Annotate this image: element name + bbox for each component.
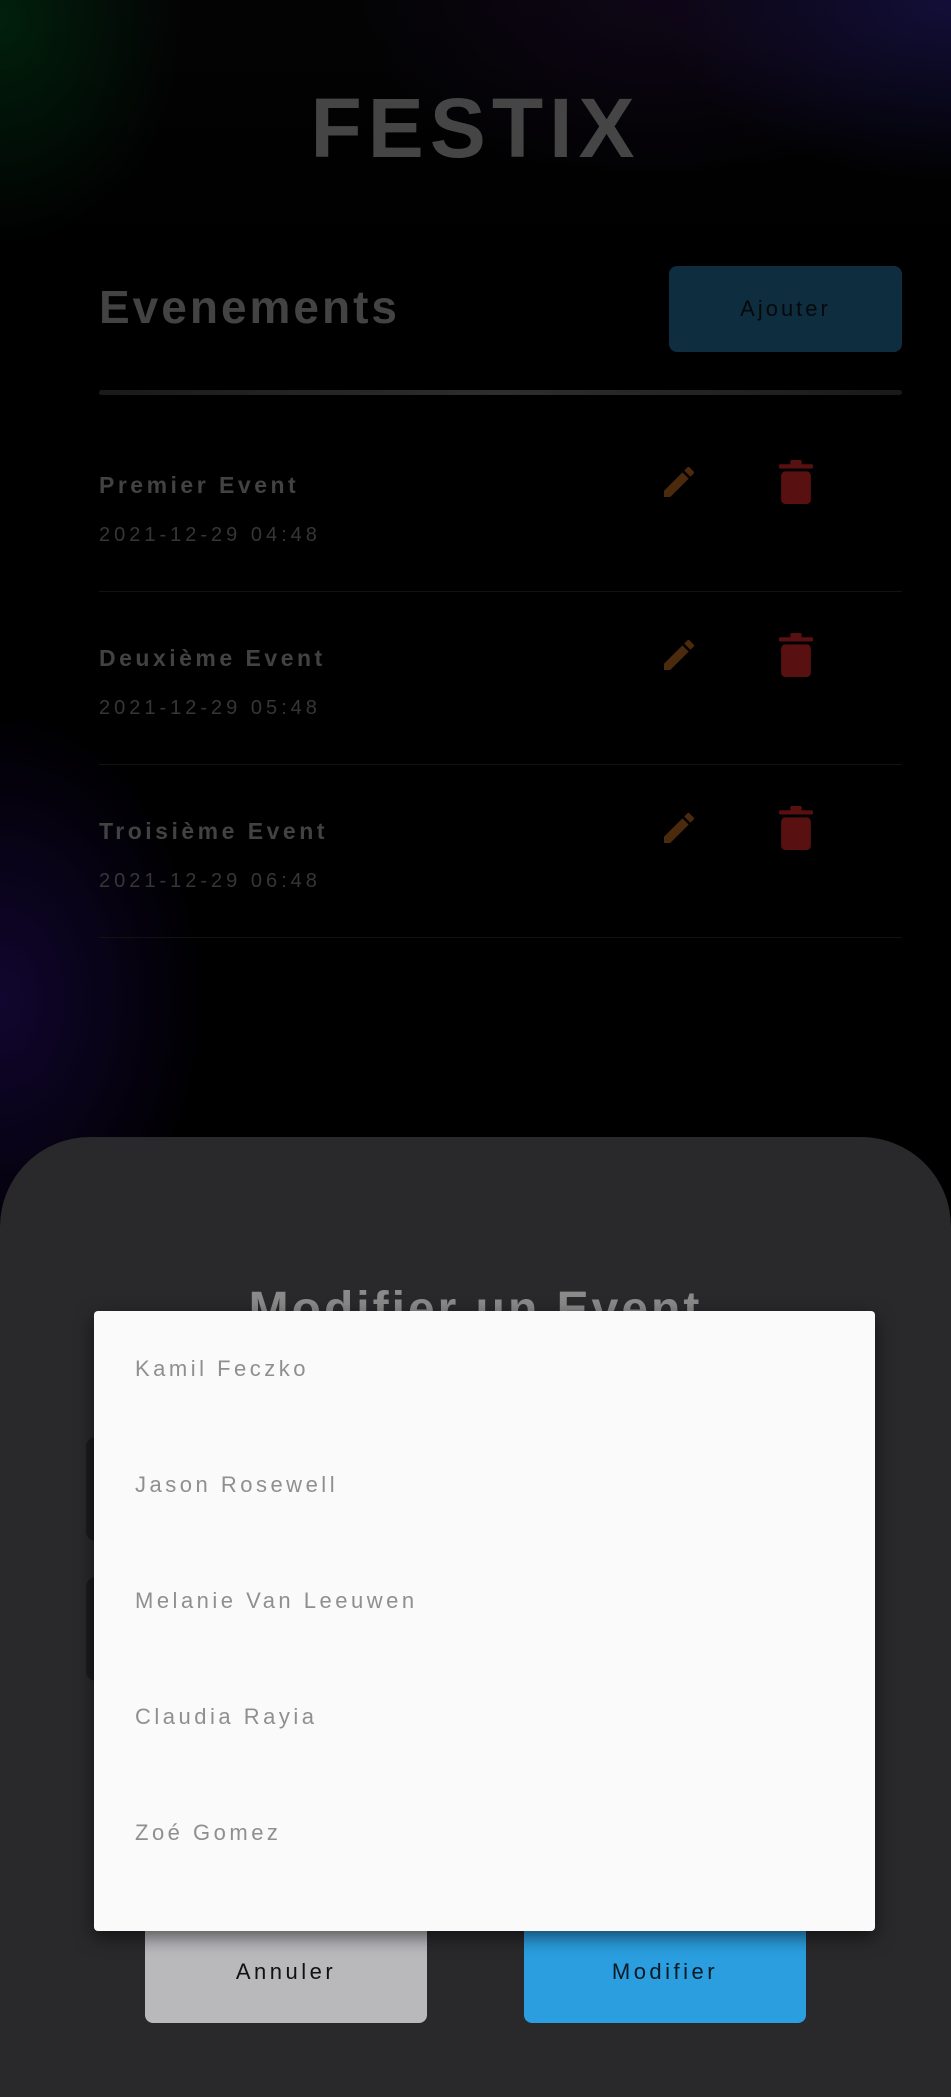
cancel-button[interactable]: Annuler bbox=[145, 1920, 427, 2023]
option-label: Melanie Van Leeuwen bbox=[135, 1588, 418, 1613]
dropdown-option[interactable]: Melanie Van Leeuwen bbox=[94, 1543, 875, 1659]
dropdown-option[interactable]: Claudia Rayia bbox=[94, 1659, 875, 1775]
option-label: Kamil Feczko bbox=[135, 1356, 310, 1381]
option-label: Jason Rosewell bbox=[135, 1472, 339, 1497]
artist-dropdown-menu: Kamil Feczko Jason Rosewell Melanie Van … bbox=[94, 1311, 875, 1931]
option-label: Zoé Gomez bbox=[135, 1820, 282, 1845]
dropdown-option[interactable]: Zoé Gomez bbox=[94, 1775, 875, 1891]
dropdown-option[interactable]: Kamil Feczko bbox=[94, 1311, 875, 1427]
dropdown-option[interactable]: Jason Rosewell bbox=[94, 1427, 875, 1543]
option-label: Claudia Rayia bbox=[135, 1704, 318, 1729]
modify-button[interactable]: Modifier bbox=[524, 1920, 806, 2023]
